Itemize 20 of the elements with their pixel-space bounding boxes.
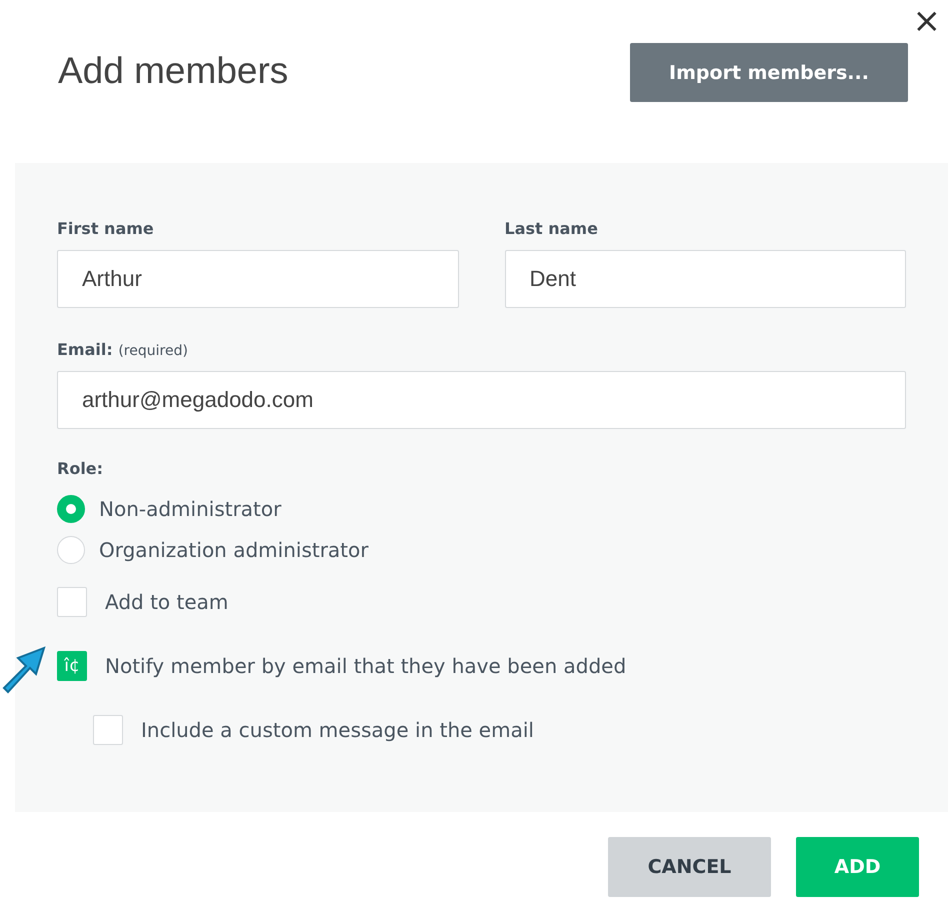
checkbox[interactable] xyxy=(93,715,123,745)
checkbox[interactable] xyxy=(57,587,87,617)
checkbox-label: Add to team xyxy=(105,590,228,614)
radio-button[interactable] xyxy=(57,536,85,564)
text-field[interactable]: Dent xyxy=(504,250,906,308)
radio-label: Non-administrator xyxy=(99,496,282,520)
field-label: Last name xyxy=(504,219,598,238)
dialog-title: Add members xyxy=(58,50,288,92)
text-field[interactable]: Arthur xyxy=(57,250,458,308)
field-label: Role: xyxy=(57,459,104,478)
radio-label: Organization administrator xyxy=(99,538,368,562)
checkbox-label: Notify member by email that they have been added xyxy=(105,654,626,678)
field-label: Email: (required) xyxy=(57,340,188,359)
checkbox-label: Include a custom message in the email xyxy=(141,718,534,742)
close-button[interactable]: × xyxy=(912,4,941,38)
email-field[interactable]: arthur@megadodo.com xyxy=(57,371,906,429)
cancel-button[interactable]: CANCEL xyxy=(608,837,771,897)
import-members-button[interactable]: Import members... xyxy=(630,43,908,102)
field-label: First name xyxy=(57,219,154,238)
radio-button[interactable] xyxy=(57,494,85,522)
